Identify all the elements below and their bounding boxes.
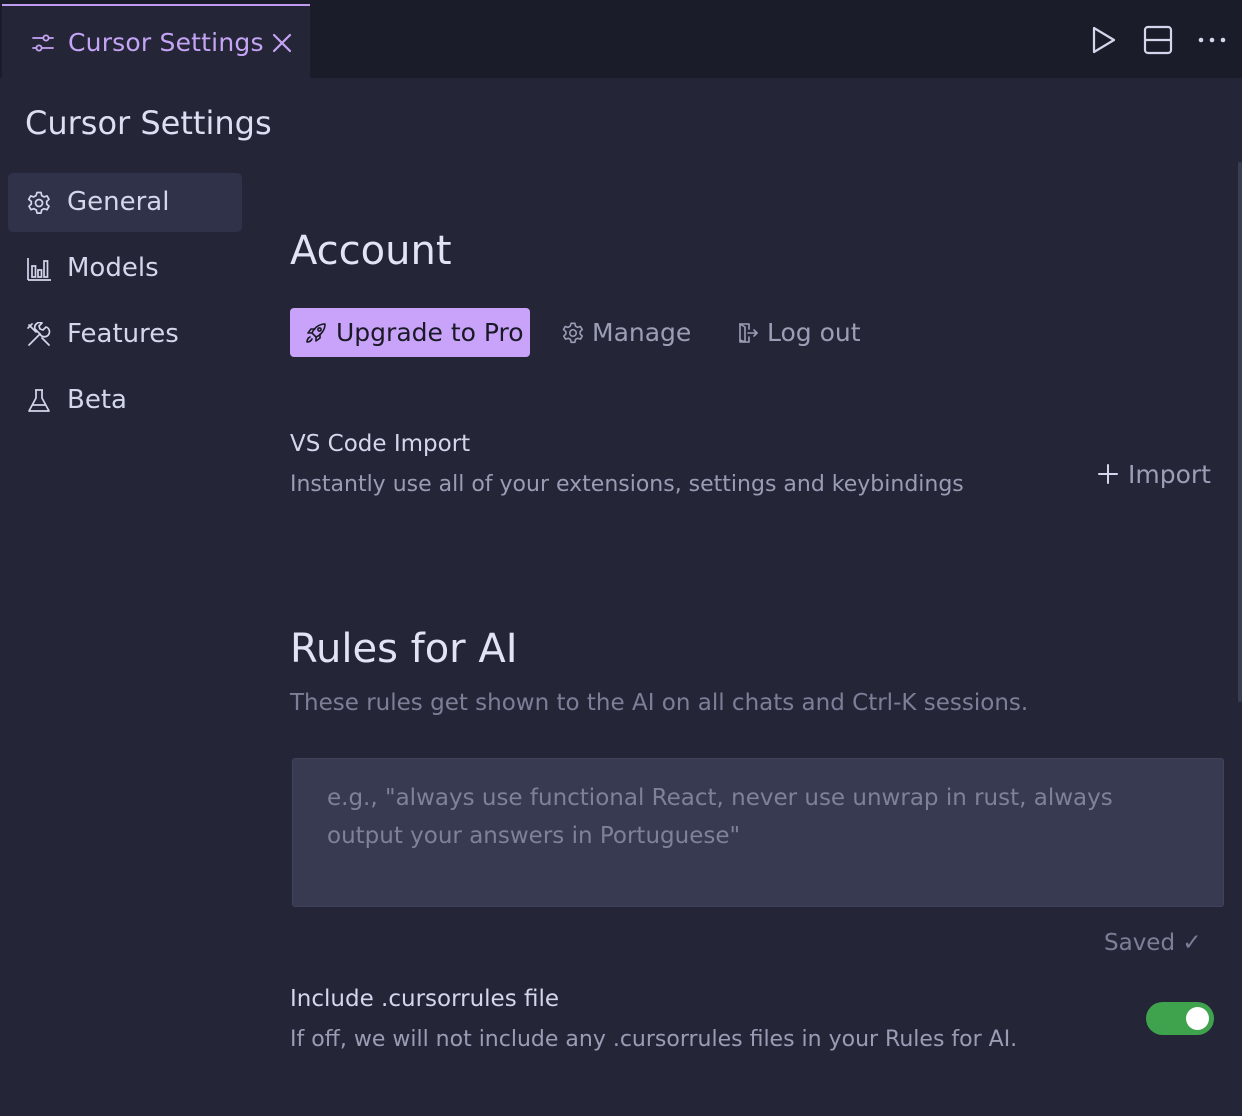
sidebar-item-features[interactable]: Features [8, 305, 242, 364]
sidebar-item-label: Models [67, 253, 159, 283]
log-out-label: Log out [767, 318, 861, 347]
plus-icon [1098, 464, 1118, 484]
flask-icon [28, 389, 50, 412]
sidebar-title: Cursor Settings [25, 104, 272, 142]
close-icon[interactable] [270, 31, 294, 55]
settings-window: Cursor Settings Cursor Settings General [0, 0, 1242, 1116]
tab-title: Cursor Settings [68, 28, 264, 57]
upgrade-to-pro-button[interactable]: Upgrade to Pro [290, 308, 530, 357]
toggle-knob [1186, 1007, 1209, 1030]
gear-icon [562, 322, 584, 344]
upgrade-label: Upgrade to Pro [336, 318, 524, 347]
cursorrules-description: If off, we will not include any .cursorr… [290, 1027, 1018, 1052]
manage-label: Manage [592, 318, 692, 347]
tools-icon [27, 322, 51, 346]
gear-icon [27, 191, 50, 214]
sidebar-item-models[interactable]: Models [8, 239, 242, 298]
cursorrules-toggle[interactable] [1146, 1002, 1214, 1035]
account-heading: Account [290, 228, 452, 274]
import-button[interactable]: Import [1096, 458, 1211, 494]
manage-button[interactable]: Manage [561, 308, 691, 357]
sidebar-item-label: General [67, 187, 170, 217]
vscode-import-title: VS Code Import [290, 431, 471, 457]
rocket-icon [306, 323, 326, 343]
rules-for-ai-input[interactable] [292, 758, 1224, 907]
tab-cursor-settings[interactable]: Cursor Settings [2, 4, 310, 78]
import-label: Import [1128, 460, 1211, 489]
bar-chart-icon [27, 258, 51, 281]
rules-heading: Rules for AI [290, 626, 518, 672]
split-editor-icon[interactable] [1142, 22, 1174, 58]
settings-sliders-icon [32, 34, 54, 52]
tab-bar: Cursor Settings [0, 0, 1242, 78]
log-out-icon [739, 323, 758, 343]
cursorrules-title: Include .cursorrules file [290, 986, 560, 1012]
more-horizontal-icon[interactable] [1196, 22, 1228, 58]
sidebar-item-beta[interactable]: Beta [8, 371, 242, 430]
play-icon[interactable] [1087, 22, 1119, 58]
sidebar-item-general[interactable]: General [8, 173, 242, 232]
scrollbar[interactable] [1238, 162, 1242, 702]
sidebar-item-label: Features [67, 319, 179, 349]
rules-description: These rules get shown to the AI on all c… [290, 690, 1029, 716]
vscode-import-description: Instantly use all of your extensions, se… [290, 472, 964, 497]
sidebar-item-label: Beta [67, 385, 127, 415]
saved-status: Saved ✓ [1104, 930, 1202, 956]
log-out-button[interactable]: Log out [736, 308, 861, 357]
